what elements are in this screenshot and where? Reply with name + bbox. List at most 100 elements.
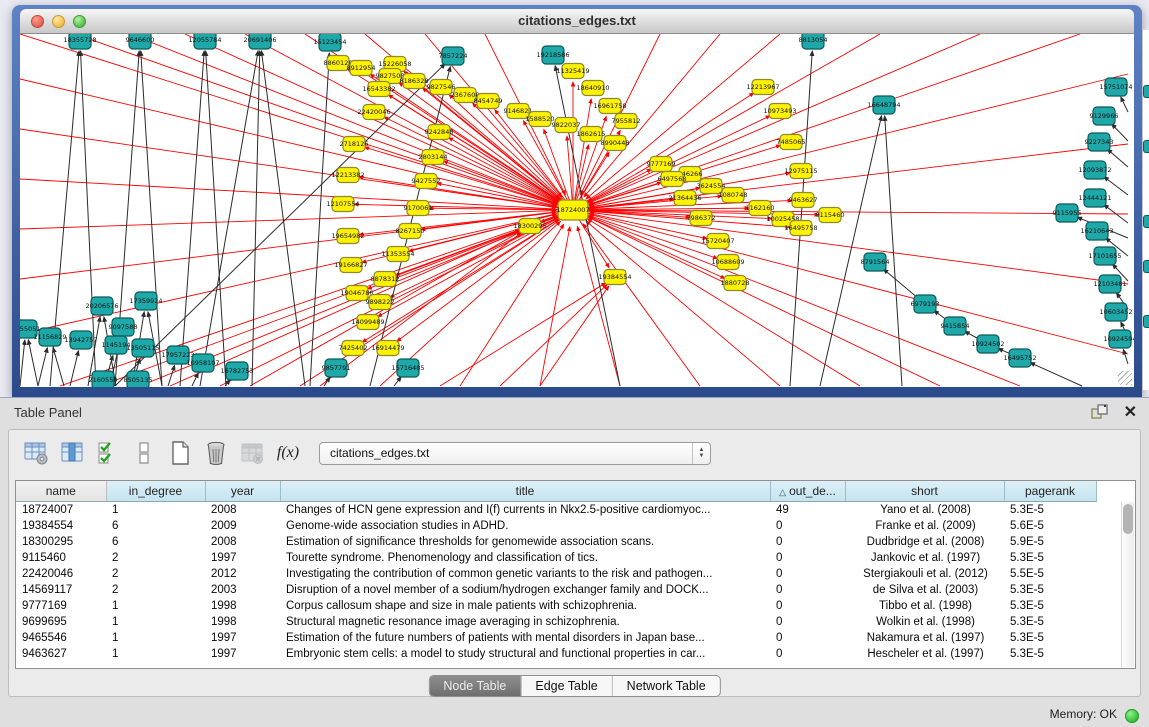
cell-year[interactable]: 2012	[205, 566, 280, 582]
window-resize-grip[interactable]	[1118, 371, 1132, 385]
cell-title[interactable]: Investigating the contribution of common…	[280, 566, 770, 582]
table-row[interactable]: 1938455462009Genome-wide association stu…	[16, 518, 1096, 534]
cell-pagerank[interactable]: 5.3E-5	[1004, 582, 1096, 598]
cell-name[interactable]: 9115460	[16, 550, 106, 566]
cell-name[interactable]: 9465546	[16, 630, 106, 646]
cell-name[interactable]: 14569117	[16, 582, 106, 598]
cell-title[interactable]: Embryonic stem cells: a model to study s…	[280, 646, 770, 662]
cell-year[interactable]: 2003	[205, 582, 280, 598]
cell-short[interactable]: Wolkin et al. (1998)	[845, 614, 1004, 630]
cell-short[interactable]: Stergiakouli et al. (2012)	[845, 566, 1004, 582]
cell-title[interactable]: Genome-wide association studies in ADHD.	[280, 518, 770, 534]
table-row[interactable]: 1830029562008Estimation of significance …	[16, 534, 1096, 550]
cell-pagerank[interactable]: 5.9E-5	[1004, 534, 1096, 550]
cell-short[interactable]: Jankovic et al. (1997)	[845, 550, 1004, 566]
column-header-short[interactable]: short	[845, 481, 1004, 501]
cell-short[interactable]: Hescheler et al. (1997)	[845, 646, 1004, 662]
function-builder-button[interactable]: f(x)	[273, 438, 303, 468]
cell-out_degree[interactable]: 0	[770, 630, 845, 646]
table-row[interactable]: 946362711997Embryonic stem cells: a mode…	[16, 646, 1096, 662]
table-row[interactable]: 969969511998Structural magnetic resonanc…	[16, 614, 1096, 630]
close-icon[interactable]: ✕	[1124, 402, 1137, 422]
cell-title[interactable]: Disruption of a novel member of a sodium…	[280, 582, 770, 598]
delete-table-button[interactable]	[237, 438, 267, 468]
cell-name[interactable]: 19384554	[16, 518, 106, 534]
cell-pagerank[interactable]: 5.3E-5	[1004, 630, 1096, 646]
cell-name[interactable]: 18300295	[16, 534, 106, 550]
cell-title[interactable]: Tourette syndrome. Phenomenology and cla…	[280, 550, 770, 566]
table-row[interactable]: 977716911998Corpus callosum shape and si…	[16, 598, 1096, 614]
cell-in_degree[interactable]: 2	[106, 550, 205, 566]
cell-in_degree[interactable]: 6	[106, 518, 205, 534]
cell-in_degree[interactable]: 1	[106, 598, 205, 614]
cell-title[interactable]: Changes of HCN gene expression and I(f) …	[280, 501, 770, 518]
table-row[interactable]: 1872400712008Changes of HCN gene express…	[16, 501, 1096, 518]
table-selector-dropdown[interactable]: citations_edges.txt ▲▼	[319, 442, 711, 465]
memory-status-indicator[interactable]	[1125, 709, 1139, 723]
cell-short[interactable]: Dudbridge et al. (2008)	[845, 534, 1004, 550]
cell-year[interactable]: 1997	[205, 630, 280, 646]
new-column-button[interactable]	[165, 438, 195, 468]
citation-network-graph[interactable]: 7857224192185861664879420691406183557289…	[20, 34, 1134, 387]
cell-name[interactable]: 9699695	[16, 614, 106, 630]
cell-in_degree[interactable]: 1	[106, 630, 205, 646]
cell-year[interactable]: 1998	[205, 598, 280, 614]
cell-title[interactable]: Structural magnetic resonance image aver…	[280, 614, 770, 630]
table-row[interactable]: 1456911722003Disruption of a novel membe…	[16, 582, 1096, 598]
cell-pagerank[interactable]: 5.3E-5	[1004, 501, 1096, 518]
table-attributes-button[interactable]	[21, 438, 51, 468]
tab-edge-table[interactable]: Edge Table	[521, 676, 612, 696]
cell-short[interactable]: de Silva et al. (2003)	[845, 582, 1004, 598]
cell-out_degree[interactable]: 0	[770, 534, 845, 550]
column-header-pagerank[interactable]: pagerank	[1004, 481, 1096, 501]
network-view-window[interactable]: citations_edges.txt 78572241921858616648…	[12, 5, 1142, 397]
tab-network-table[interactable]: Network Table	[613, 676, 720, 696]
cell-year[interactable]: 1998	[205, 614, 280, 630]
cell-out_degree[interactable]: 0	[770, 582, 845, 598]
cell-in_degree[interactable]: 2	[106, 566, 205, 582]
cell-out_degree[interactable]: 49	[770, 501, 845, 518]
cell-pagerank[interactable]: 5.5E-5	[1004, 566, 1096, 582]
cell-short[interactable]: Nakamura et al. (1997)	[845, 630, 1004, 646]
cell-year[interactable]: 2008	[205, 534, 280, 550]
cell-in_degree[interactable]: 1	[106, 501, 205, 518]
cell-short[interactable]: Yano et al. (2008)	[845, 501, 1004, 518]
cell-out_degree[interactable]: 0	[770, 518, 845, 534]
table-scrollbar-thumb[interactable]	[1123, 504, 1133, 534]
cell-title[interactable]: Corpus callosum shape and size in male p…	[280, 598, 770, 614]
select-all-button[interactable]	[93, 438, 123, 468]
tab-node-table[interactable]: Node Table	[429, 676, 521, 696]
column-header-year[interactable]: year	[205, 481, 280, 501]
cell-out_degree[interactable]: 0	[770, 550, 845, 566]
cell-pagerank[interactable]: 5.3E-5	[1004, 598, 1096, 614]
cell-pagerank[interactable]: 5.3E-5	[1004, 614, 1096, 630]
column-header-name[interactable]: name	[16, 481, 106, 501]
cell-in_degree[interactable]: 2	[106, 582, 205, 598]
cell-year[interactable]: 2009	[205, 518, 280, 534]
cell-title[interactable]: Estimation of the future numbers of pati…	[280, 630, 770, 646]
unselect-all-button[interactable]	[129, 438, 159, 468]
table-row[interactable]: 946554611997Estimation of the future num…	[16, 630, 1096, 646]
delete-column-button[interactable]	[201, 438, 231, 468]
cell-pagerank[interactable]: 5.6E-5	[1004, 518, 1096, 534]
cell-year[interactable]: 1997	[205, 550, 280, 566]
table-row[interactable]: 2242004622012Investigating the contribut…	[16, 566, 1096, 582]
cell-short[interactable]: Tibbo et al. (1998)	[845, 598, 1004, 614]
network-canvas[interactable]: 7857224192185861664879420691406183557289…	[20, 34, 1134, 387]
table-scrollbar[interactable]	[1121, 502, 1134, 667]
cell-out_degree[interactable]: 0	[770, 614, 845, 630]
cell-name[interactable]: 9777169	[16, 598, 106, 614]
cell-year[interactable]: 2008	[205, 501, 280, 518]
cell-pagerank[interactable]: 5.3E-5	[1004, 646, 1096, 662]
column-header-in_degree[interactable]: in_degree	[106, 481, 205, 501]
cell-in_degree[interactable]: 1	[106, 646, 205, 662]
cell-in_degree[interactable]: 6	[106, 534, 205, 550]
cell-in_degree[interactable]: 1	[106, 614, 205, 630]
cell-out_degree[interactable]: 0	[770, 566, 845, 582]
cell-name[interactable]: 9463627	[16, 646, 106, 662]
cell-out_degree[interactable]: 0	[770, 598, 845, 614]
cell-out_degree[interactable]: 0	[770, 646, 845, 662]
table-row[interactable]: 911546021997Tourette syndrome. Phenomeno…	[16, 550, 1096, 566]
cell-short[interactable]: Franke et al. (2009)	[845, 518, 1004, 534]
float-window-icon[interactable]	[1091, 404, 1109, 420]
